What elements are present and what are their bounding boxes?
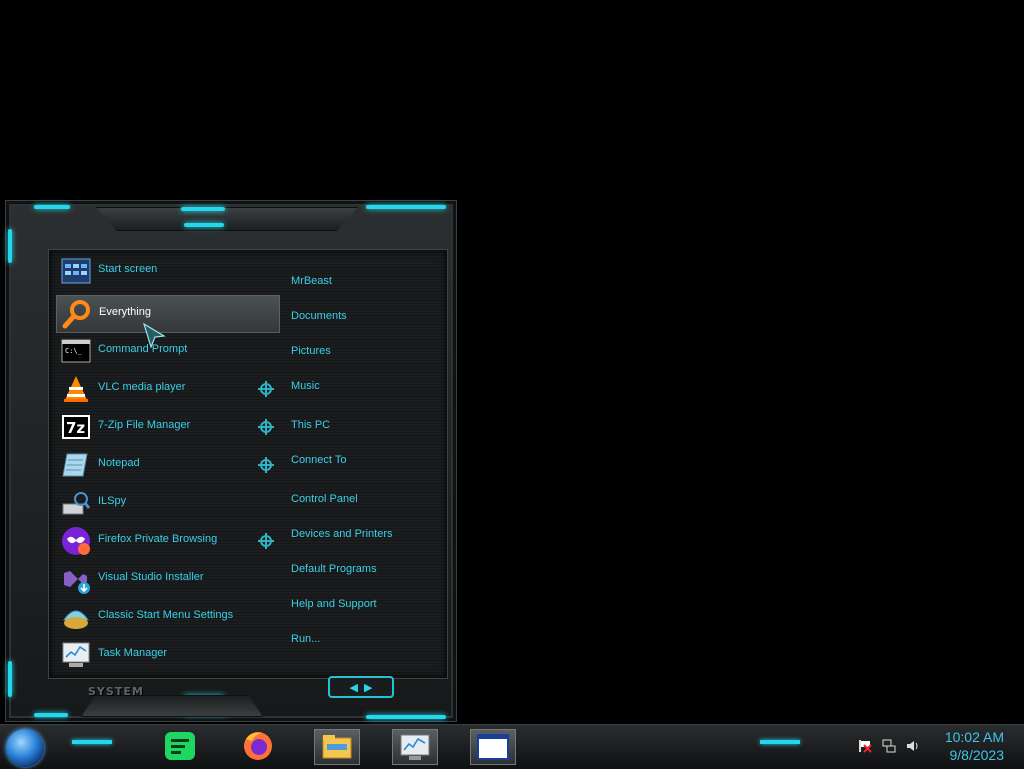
spotify-icon	[165, 732, 195, 760]
flag-icon[interactable]	[858, 739, 872, 753]
program-item-vs-installer[interactable]: Visual Studio Installer	[56, 561, 278, 597]
clock-time: 10:02 AM	[944, 729, 1004, 745]
place-help-support[interactable]: Help and Support	[291, 598, 377, 610]
program-label: Task Manager	[98, 647, 168, 659]
network-icon[interactable]	[882, 739, 896, 753]
cursor-icon	[142, 322, 166, 349]
pin-icon[interactable]	[258, 419, 274, 435]
place-control-panel[interactable]: Control Panel	[291, 493, 358, 505]
visual-studio-installer-icon	[64, 571, 90, 594]
file-explorer-icon	[322, 735, 352, 759]
pin-icon[interactable]	[258, 457, 274, 473]
place-default-programs[interactable]: Default Programs	[291, 563, 377, 575]
expand-arrows-button[interactable]: ◀ ▶	[328, 676, 394, 698]
window-icon	[477, 734, 509, 760]
program-item-classic-start-settings[interactable]: Classic Start Menu Settings	[56, 599, 278, 635]
program-item-7zip[interactable]: 7z 7-Zip File Manager	[56, 409, 278, 445]
place-this-pc[interactable]: This PC	[291, 419, 330, 431]
program-label: Everything	[99, 306, 151, 318]
command-prompt-icon: C:\_	[61, 339, 91, 363]
vlc-icon	[64, 376, 88, 402]
program-item-start-screen[interactable]: Start screen	[56, 253, 278, 289]
program-item-firefox-private[interactable]: Firefox Private Browsing	[56, 523, 278, 559]
start-menu: SYSTEM ◀ ▶ Start screen Everything C:\_ …	[5, 200, 457, 722]
pin-icon[interactable]	[258, 533, 274, 549]
program-item-ilspy[interactable]: ILSpy	[56, 485, 278, 521]
place-run[interactable]: Run...	[291, 633, 320, 645]
task-manager-icon	[62, 642, 90, 667]
firefox-icon	[244, 732, 272, 760]
taskbar-app-file-explorer[interactable]	[314, 729, 360, 765]
program-item-vlc[interactable]: VLC media player	[56, 371, 278, 407]
menu-top-bar	[96, 207, 358, 231]
place-music[interactable]: Music	[291, 380, 320, 392]
taskbar-app-spotify[interactable]	[158, 729, 202, 763]
program-item-everything[interactable]: Everything	[56, 295, 280, 333]
program-label: Classic Start Menu Settings	[98, 609, 234, 621]
cyan-light	[34, 713, 68, 717]
cyan-light	[760, 740, 800, 744]
cyan-light	[366, 205, 446, 209]
taskbar-clock[interactable]: 10:02 AM 9/8/2023	[945, 728, 1004, 764]
resource-monitor-icon	[400, 734, 430, 760]
svg-text:7z: 7z	[66, 419, 85, 437]
ilspy-icon	[62, 492, 91, 515]
start-button[interactable]	[6, 729, 44, 767]
arrow-left-icon: ◀	[349, 680, 358, 694]
start-screen-icon	[61, 258, 91, 284]
svg-text:C:\_: C:\_	[65, 347, 83, 355]
place-mrbeast[interactable]: MrBeast	[291, 275, 332, 287]
cyan-light	[8, 661, 12, 697]
place-documents[interactable]: Documents	[291, 310, 347, 322]
everything-search-icon	[62, 300, 90, 329]
notepad-icon	[62, 453, 88, 477]
cyan-light	[366, 715, 446, 719]
cyan-light	[184, 223, 224, 227]
menu-bottom-bar	[81, 695, 263, 717]
program-item-task-manager[interactable]: Task Manager	[56, 637, 278, 673]
pin-icon[interactable]	[258, 381, 274, 397]
taskbar-app-resource-monitor[interactable]	[392, 729, 438, 765]
program-label: Notepad	[98, 457, 140, 469]
clock-date: 9/8/2023	[949, 747, 1005, 763]
volume-icon[interactable]	[906, 739, 920, 753]
taskbar-app-firefox[interactable]	[236, 729, 280, 763]
program-label: Start screen	[98, 263, 158, 275]
program-label: 7-Zip File Manager	[98, 419, 191, 431]
arrow-right-icon: ▶	[364, 680, 373, 694]
system-label: SYSTEM	[88, 685, 144, 698]
program-item-notepad[interactable]: Notepad	[56, 447, 278, 483]
place-devices-printers[interactable]: Devices and Printers	[291, 528, 393, 540]
cyan-light	[181, 207, 225, 211]
program-label: VLC media player	[98, 381, 186, 393]
place-connect-to[interactable]: Connect To	[291, 454, 346, 466]
cyan-light	[72, 740, 112, 744]
program-label: Firefox Private Browsing	[98, 533, 218, 545]
taskbar-app-window[interactable]	[470, 729, 516, 765]
7zip-icon: 7z	[62, 415, 90, 439]
place-pictures[interactable]: Pictures	[291, 345, 331, 357]
cyan-light	[8, 229, 12, 263]
cyan-light	[34, 205, 70, 209]
program-label: ILSpy	[98, 495, 127, 507]
program-label: Visual Studio Installer	[98, 571, 204, 583]
classic-start-settings-icon	[63, 610, 89, 629]
firefox-private-icon	[62, 527, 90, 555]
